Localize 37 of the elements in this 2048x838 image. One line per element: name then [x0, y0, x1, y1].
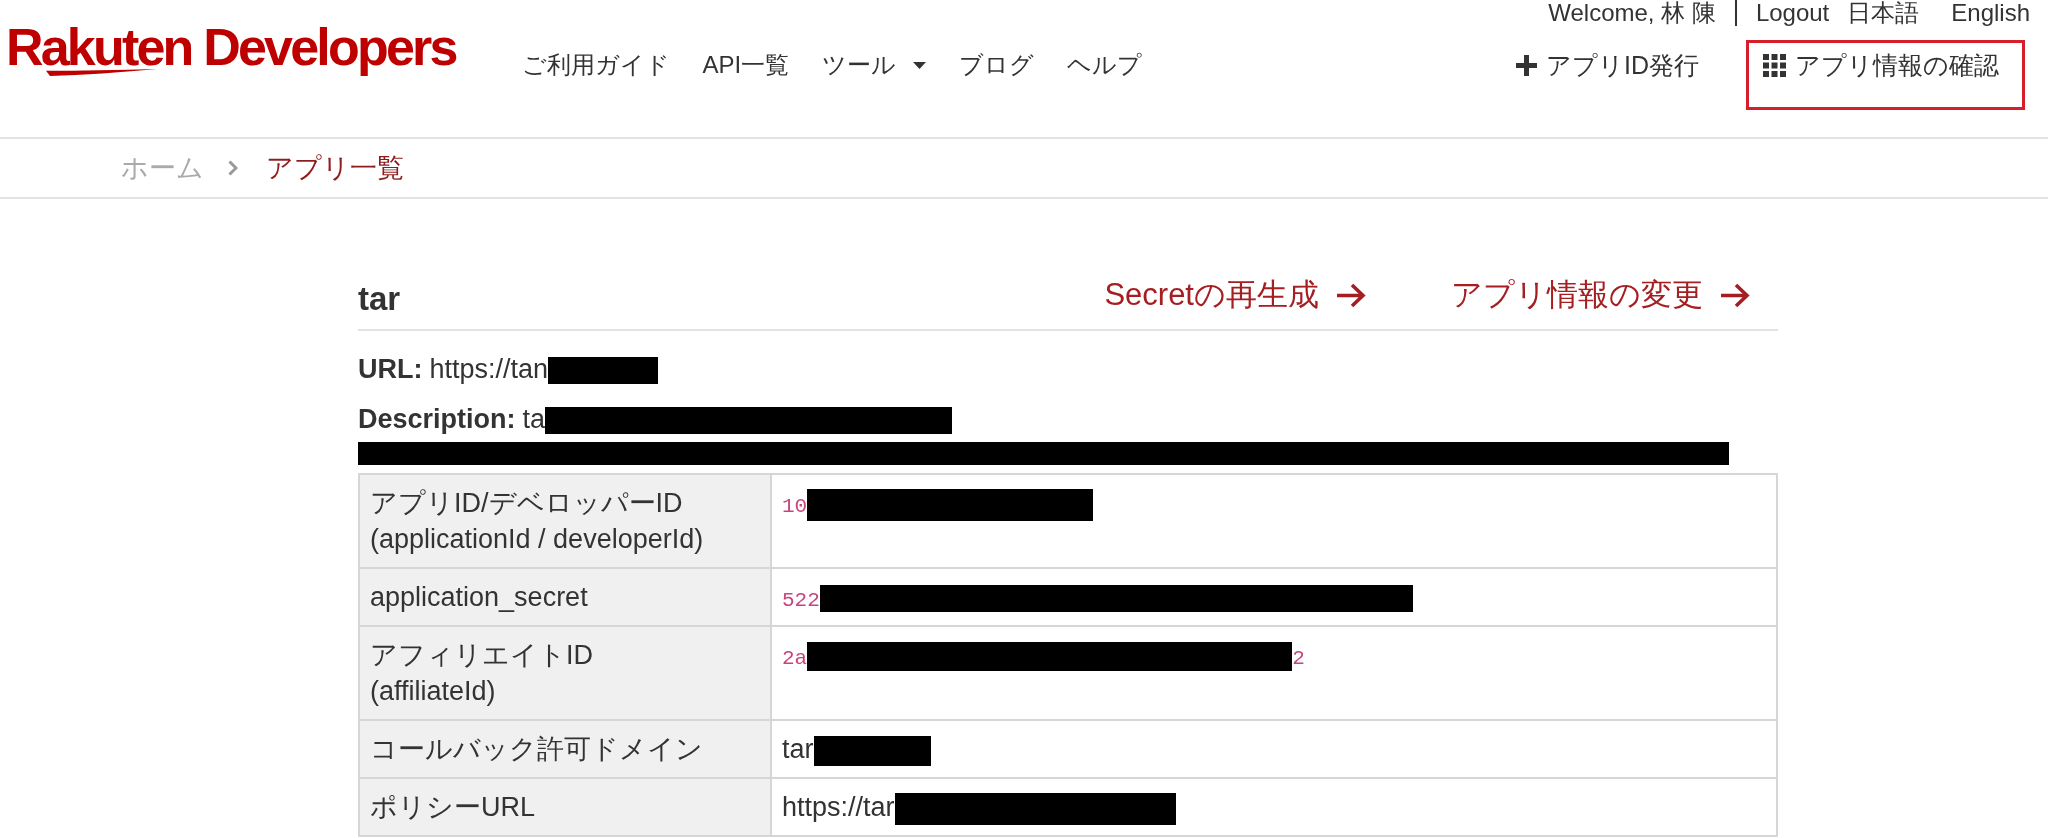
row-label: コールバック許可ドメイン — [359, 720, 771, 778]
logo[interactable]: Rakuten Developers — [6, 17, 456, 77]
arrow-right-icon — [1336, 282, 1366, 308]
cell-value: tar — [782, 734, 814, 764]
app-title: tar — [358, 279, 401, 319]
cell-value: 2a — [782, 647, 808, 670]
cell-value: 10 — [782, 495, 808, 518]
description-value: ta — [522, 404, 546, 434]
cell-value: https://tar — [782, 792, 895, 822]
dropdown-menu[interactable]: ツール — [822, 50, 927, 80]
row-label: アプリID/デベロッパーID (applicationId / developerId) — [359, 474, 771, 568]
breadcrumb-link[interactable]: アプリ一覧 — [266, 150, 404, 186]
field-label: URL: — [358, 354, 423, 384]
cell-value: 522 — [782, 589, 820, 612]
language-link[interactable]: 日本語 — [1847, 0, 1920, 26]
logout-link[interactable]: Logout — [1734, 0, 1830, 26]
header-action-link[interactable]: アプリID発行 — [1516, 50, 1699, 80]
header-action-link[interactable]: アプリ情報の確認 — [1763, 50, 1999, 80]
language-link[interactable]: English — [1951, 0, 2030, 26]
plus-icon — [1516, 54, 1537, 76]
nav-link[interactable]: ヘルプ — [1067, 50, 1143, 80]
nav-link[interactable]: API一覧 — [702, 50, 790, 80]
url-value: https://tan — [429, 354, 549, 384]
welcome-text: Welcome, 林 陳 — [1548, 0, 1716, 26]
chevron-icon — [228, 160, 238, 176]
row-label: ポリシーURL — [359, 778, 771, 836]
row-label: application_secret — [359, 568, 771, 626]
row-label: アフィリエイトID (affiliateId) — [359, 626, 771, 720]
caret-icon — [913, 61, 927, 69]
nav-link[interactable]: ご利用ガイド — [521, 50, 670, 80]
arrow-right-icon — [1720, 282, 1750, 308]
grid-icon — [1763, 53, 1786, 77]
action-link[interactable]: アプリ情報の変更 — [1451, 275, 1750, 315]
nav-link[interactable]: ブログ — [959, 50, 1035, 80]
action-link[interactable]: Secretの再生成 — [1104, 275, 1366, 315]
cell-value: 2 — [1292, 647, 1305, 670]
field-label: Description: — [358, 404, 516, 434]
